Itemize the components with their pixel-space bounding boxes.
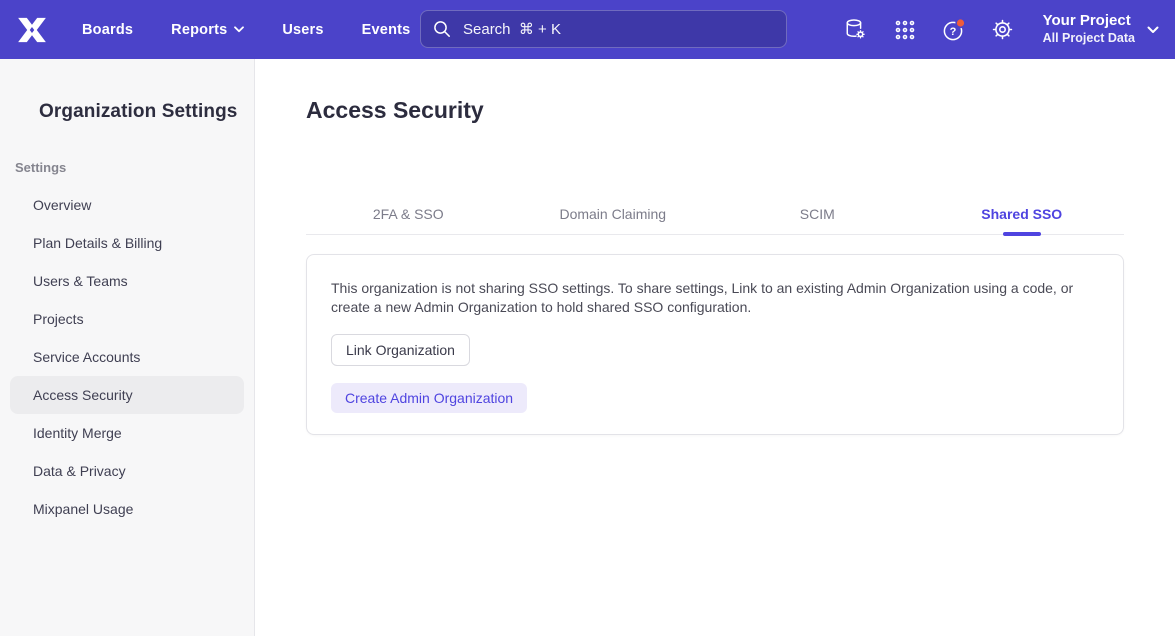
nav-item-boards[interactable]: Boards — [82, 22, 133, 38]
nav-item-label: Users — [282, 22, 323, 38]
tab-label: 2FA & SSO — [373, 206, 444, 222]
tab-label: SCIM — [800, 206, 835, 222]
sidebar-item-users-teams[interactable]: Users & Teams — [10, 262, 244, 300]
data-management-icon[interactable] — [843, 17, 869, 43]
nav-right-cluster: ? Your Project All Project Data — [843, 0, 1159, 59]
sidebar-section-label: Settings — [15, 160, 66, 175]
active-tab-indicator — [1003, 232, 1041, 236]
search-icon — [433, 20, 451, 38]
global-search[interactable] — [420, 10, 787, 48]
nav-item-events[interactable]: Events — [362, 22, 411, 38]
nav-item-label: Reports — [171, 22, 227, 38]
sidebar-item-plan-details-billing[interactable]: Plan Details & Billing — [10, 224, 244, 262]
create-admin-organization-button[interactable]: Create Admin Organization — [331, 383, 527, 413]
access-security-tabs: 2FA & SSO Domain Claiming SCIM Shared SS… — [306, 204, 1124, 235]
svg-text:?: ? — [949, 26, 956, 38]
mixpanel-logo-icon — [17, 17, 47, 43]
project-switcher-text: Your Project All Project Data — [1043, 12, 1135, 46]
shared-sso-card: This organization is not sharing SSO set… — [306, 254, 1124, 435]
card-actions: Link Organization Create Admin Organizat… — [331, 334, 1099, 413]
nav-item-users[interactable]: Users — [282, 22, 323, 38]
nav-item-label: Events — [362, 22, 411, 38]
sidebar-item-access-security[interactable]: Access Security — [10, 376, 244, 414]
chevron-down-icon — [234, 26, 244, 33]
sidebar-item-data-privacy[interactable]: Data & Privacy — [10, 452, 244, 490]
tab-scim[interactable]: SCIM — [715, 204, 920, 234]
nav-item-reports[interactable]: Reports — [171, 22, 244, 38]
shared-sso-description: This organization is not sharing SSO set… — [331, 279, 1091, 317]
settings-gear-icon[interactable] — [990, 17, 1016, 43]
link-organization-button[interactable]: Link Organization — [331, 334, 470, 366]
search-input[interactable] — [461, 20, 774, 39]
sidebar-item-mixpanel-usage[interactable]: Mixpanel Usage — [10, 490, 244, 528]
tab-label: Domain Claiming — [559, 206, 666, 222]
sidebar-item-overview[interactable]: Overview — [10, 186, 244, 224]
notification-dot — [956, 18, 965, 27]
primary-nav-links: Boards Reports Users Events — [82, 0, 410, 59]
sidebar-title: Organization Settings — [39, 101, 237, 123]
settings-sidebar: Organization Settings Settings Overview … — [0, 59, 255, 636]
project-name: Your Project — [1043, 12, 1135, 31]
mixpanel-logo[interactable] — [16, 16, 48, 44]
sidebar-item-identity-merge[interactable]: Identity Merge — [10, 414, 244, 452]
sidebar-item-projects[interactable]: Projects — [10, 300, 244, 338]
tab-2fa-sso[interactable]: 2FA & SSO — [306, 204, 511, 234]
tab-label: Shared SSO — [981, 206, 1062, 222]
apps-grid-icon[interactable] — [892, 17, 918, 43]
nav-item-label: Boards — [82, 22, 133, 38]
sidebar-nav-list: Overview Plan Details & Billing Users & … — [0, 186, 254, 528]
top-navigation-bar: Boards Reports Users Events — [0, 0, 1175, 59]
sidebar-item-service-accounts[interactable]: Service Accounts — [10, 338, 244, 376]
project-scope: All Project Data — [1043, 31, 1135, 47]
help-icon[interactable]: ? — [941, 17, 967, 43]
project-switcher[interactable]: Your Project All Project Data — [1043, 12, 1159, 46]
tab-shared-sso[interactable]: Shared SSO — [920, 204, 1125, 234]
chevron-down-icon — [1147, 26, 1159, 34]
tab-domain-claiming[interactable]: Domain Claiming — [511, 204, 716, 234]
main-content: Access Security 2FA & SSO Domain Claimin… — [256, 59, 1175, 636]
page-title: Access Security — [306, 97, 484, 124]
